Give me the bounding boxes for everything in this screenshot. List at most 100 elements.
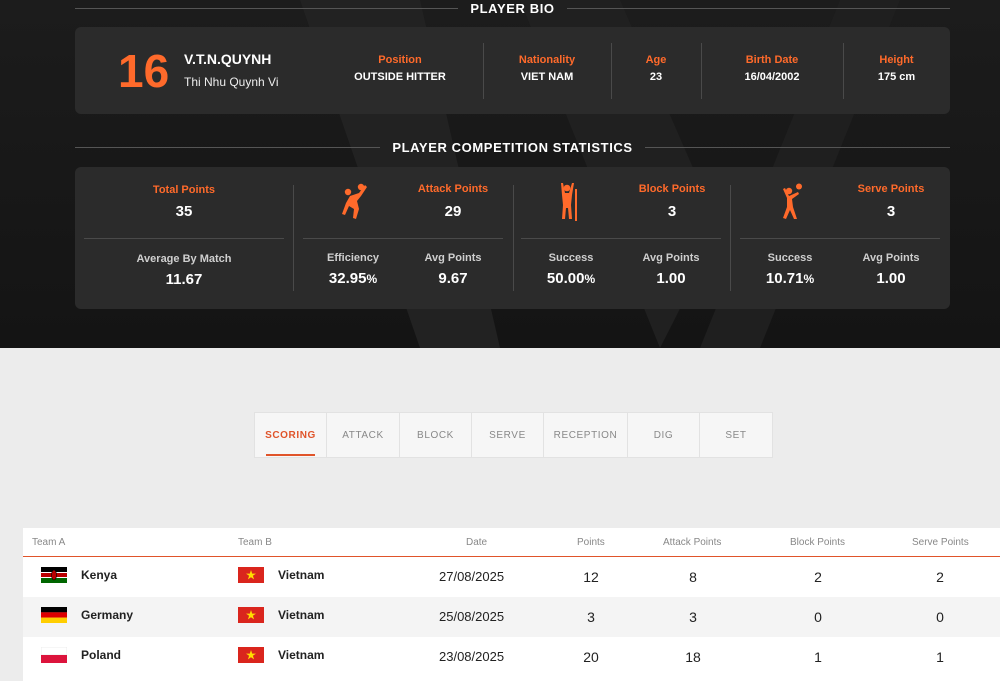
tab-set[interactable]: SET bbox=[700, 413, 772, 457]
team-a-cell: Kenya bbox=[41, 567, 117, 583]
header-block-points[interactable]: Block Points bbox=[790, 537, 845, 548]
table-row[interactable]: Kenya Vietnam 27/08/2025 12 8 2 2 bbox=[23, 557, 1000, 597]
header-serve-points[interactable]: Serve Points bbox=[912, 537, 969, 548]
match-attack-points: 8 bbox=[689, 569, 697, 585]
tab-reception[interactable]: RECEPTION bbox=[544, 413, 628, 457]
bio-position: Position OUTSIDE HITTER bbox=[330, 43, 470, 99]
match-date: 23/08/2025 bbox=[439, 649, 505, 664]
team-b-name[interactable]: Vietnam bbox=[278, 568, 324, 582]
player-header-section: PLAYER BIO 16 V.T.N.QUYNH Thi Nhu Quynh … bbox=[0, 0, 1000, 348]
jersey-number: 16 bbox=[118, 45, 170, 97]
player-short-name: V.T.N.QUYNH bbox=[184, 51, 272, 67]
bio-birth-date-label: Birth Date bbox=[745, 54, 799, 66]
match-serve-points: 1 bbox=[936, 649, 944, 665]
total-points-value: 35 bbox=[175, 203, 193, 220]
block-avg-points-label: Avg Points bbox=[642, 252, 700, 264]
bio-height-value: 175 cm bbox=[877, 71, 916, 83]
attack-icon bbox=[342, 183, 367, 219]
total-points-label: Total Points bbox=[152, 184, 216, 196]
tab-dig[interactable]: DIG bbox=[628, 413, 700, 457]
block-success-value: 50.00% bbox=[546, 270, 596, 287]
player-bio-title: PLAYER BIO bbox=[470, 0, 555, 16]
header-attack-points[interactable]: Attack Points bbox=[663, 537, 721, 548]
tab-serve[interactable]: SERVE bbox=[472, 413, 544, 457]
serve-success-value: 10.71% bbox=[765, 270, 815, 287]
team-a-cell: Germany bbox=[41, 607, 133, 623]
bio-birth-date-value: 16/04/2002 bbox=[744, 71, 800, 83]
table-header: Team A Team B Date Points Attack Points … bbox=[23, 528, 1000, 557]
bio-age-label: Age bbox=[645, 54, 667, 66]
match-attack-points: 18 bbox=[685, 649, 701, 665]
match-serve-points: 2 bbox=[936, 569, 944, 585]
bio-age-value: 23 bbox=[649, 71, 663, 83]
bio-position-label: Position bbox=[378, 54, 422, 66]
bio-height: Height 175 cm bbox=[843, 43, 950, 99]
match-points: 20 bbox=[583, 649, 599, 665]
attack-points-label: Attack Points bbox=[417, 183, 489, 195]
competition-stats-heading: PLAYER COMPETITION STATISTICS bbox=[75, 139, 950, 155]
serve-avg-points-label: Avg Points bbox=[862, 252, 920, 264]
team-a-name[interactable]: Germany bbox=[81, 608, 133, 622]
bio-age: Age 23 bbox=[611, 43, 701, 99]
poland-flag-icon bbox=[41, 647, 67, 663]
table-row[interactable]: Germany Vietnam 25/08/2025 3 3 0 0 bbox=[23, 597, 1000, 637]
team-b-name[interactable]: Vietnam bbox=[278, 608, 324, 622]
match-points: 12 bbox=[583, 569, 599, 585]
match-stats-table: Team A Team B Date Points Attack Points … bbox=[23, 528, 1000, 681]
block-points-label: Block Points bbox=[638, 183, 706, 195]
average-by-match-value: 11.67 bbox=[165, 271, 203, 288]
match-date: 25/08/2025 bbox=[439, 609, 505, 624]
block-points-value: 3 bbox=[667, 203, 677, 220]
team-a-name[interactable]: Poland bbox=[81, 648, 121, 662]
serve-points-label: Serve Points bbox=[857, 183, 925, 195]
block-icon bbox=[561, 183, 577, 221]
tab-attack[interactable]: ATTACK bbox=[327, 413, 400, 457]
match-date: 27/08/2025 bbox=[439, 569, 505, 584]
team-b-cell: Vietnam bbox=[238, 567, 324, 583]
table-row[interactable]: Poland Vietnam 23/08/2025 20 18 1 1 bbox=[23, 637, 1000, 677]
average-by-match-label: Average By Match bbox=[136, 253, 232, 265]
header-team-b[interactable]: Team B bbox=[238, 537, 272, 548]
bio-nationality-value: VIET NAM bbox=[520, 71, 574, 83]
competition-stats-title: PLAYER COMPETITION STATISTICS bbox=[392, 139, 633, 155]
match-block-points: 0 bbox=[814, 609, 822, 625]
serve-icon bbox=[783, 183, 802, 219]
bio-height-label: Height bbox=[879, 54, 914, 66]
bio-position-value: OUTSIDE HITTER bbox=[354, 71, 446, 83]
team-a-cell: Poland bbox=[41, 647, 121, 663]
vietnam-flag-icon bbox=[238, 647, 264, 663]
bio-birth-date: Birth Date 16/04/2002 bbox=[701, 43, 843, 99]
match-points: 3 bbox=[587, 609, 595, 625]
match-block-points: 1 bbox=[814, 649, 822, 665]
match-attack-points: 3 bbox=[689, 609, 697, 625]
serve-success-label: Success bbox=[767, 252, 813, 264]
bio-nationality-label: Nationality bbox=[518, 54, 576, 66]
attack-avg-points-value: 9.67 bbox=[438, 270, 468, 287]
attack-efficiency-value: 32.95% bbox=[328, 270, 378, 287]
block-success-label: Success bbox=[548, 252, 594, 264]
tab-scoring[interactable]: SCORING bbox=[255, 413, 327, 457]
player-full-name: Thi Nhu Quynh Vi bbox=[184, 75, 279, 89]
serve-points-value: 3 bbox=[886, 203, 896, 220]
team-b-cell: Vietnam bbox=[238, 607, 324, 623]
team-a-name[interactable]: Kenya bbox=[81, 568, 117, 582]
match-serve-points: 0 bbox=[936, 609, 944, 625]
block-avg-points-value: 1.00 bbox=[656, 270, 686, 287]
vietnam-flag-icon bbox=[238, 567, 264, 583]
header-team-a[interactable]: Team A bbox=[32, 537, 65, 548]
bio-nationality: Nationality VIET NAM bbox=[483, 43, 611, 99]
attack-avg-points-label: Avg Points bbox=[424, 252, 482, 264]
team-b-name[interactable]: Vietnam bbox=[278, 648, 324, 662]
serve-avg-points-value: 1.00 bbox=[876, 270, 906, 287]
player-bio-heading: PLAYER BIO bbox=[75, 0, 951, 16]
team-b-cell: Vietnam bbox=[238, 647, 324, 663]
header-points[interactable]: Points bbox=[577, 537, 605, 548]
match-block-points: 2 bbox=[814, 569, 822, 585]
germany-flag-icon bbox=[41, 607, 67, 623]
attack-points-value: 29 bbox=[444, 203, 462, 220]
tab-block[interactable]: BLOCK bbox=[400, 413, 472, 457]
kenya-flag-icon bbox=[41, 567, 67, 583]
stats-tabs: SCORING ATTACK BLOCK SERVE RECEPTION DIG… bbox=[254, 412, 773, 458]
header-date[interactable]: Date bbox=[466, 537, 487, 548]
player-bio-card: 16 V.T.N.QUYNH Thi Nhu Quynh Vi Position… bbox=[75, 27, 950, 114]
